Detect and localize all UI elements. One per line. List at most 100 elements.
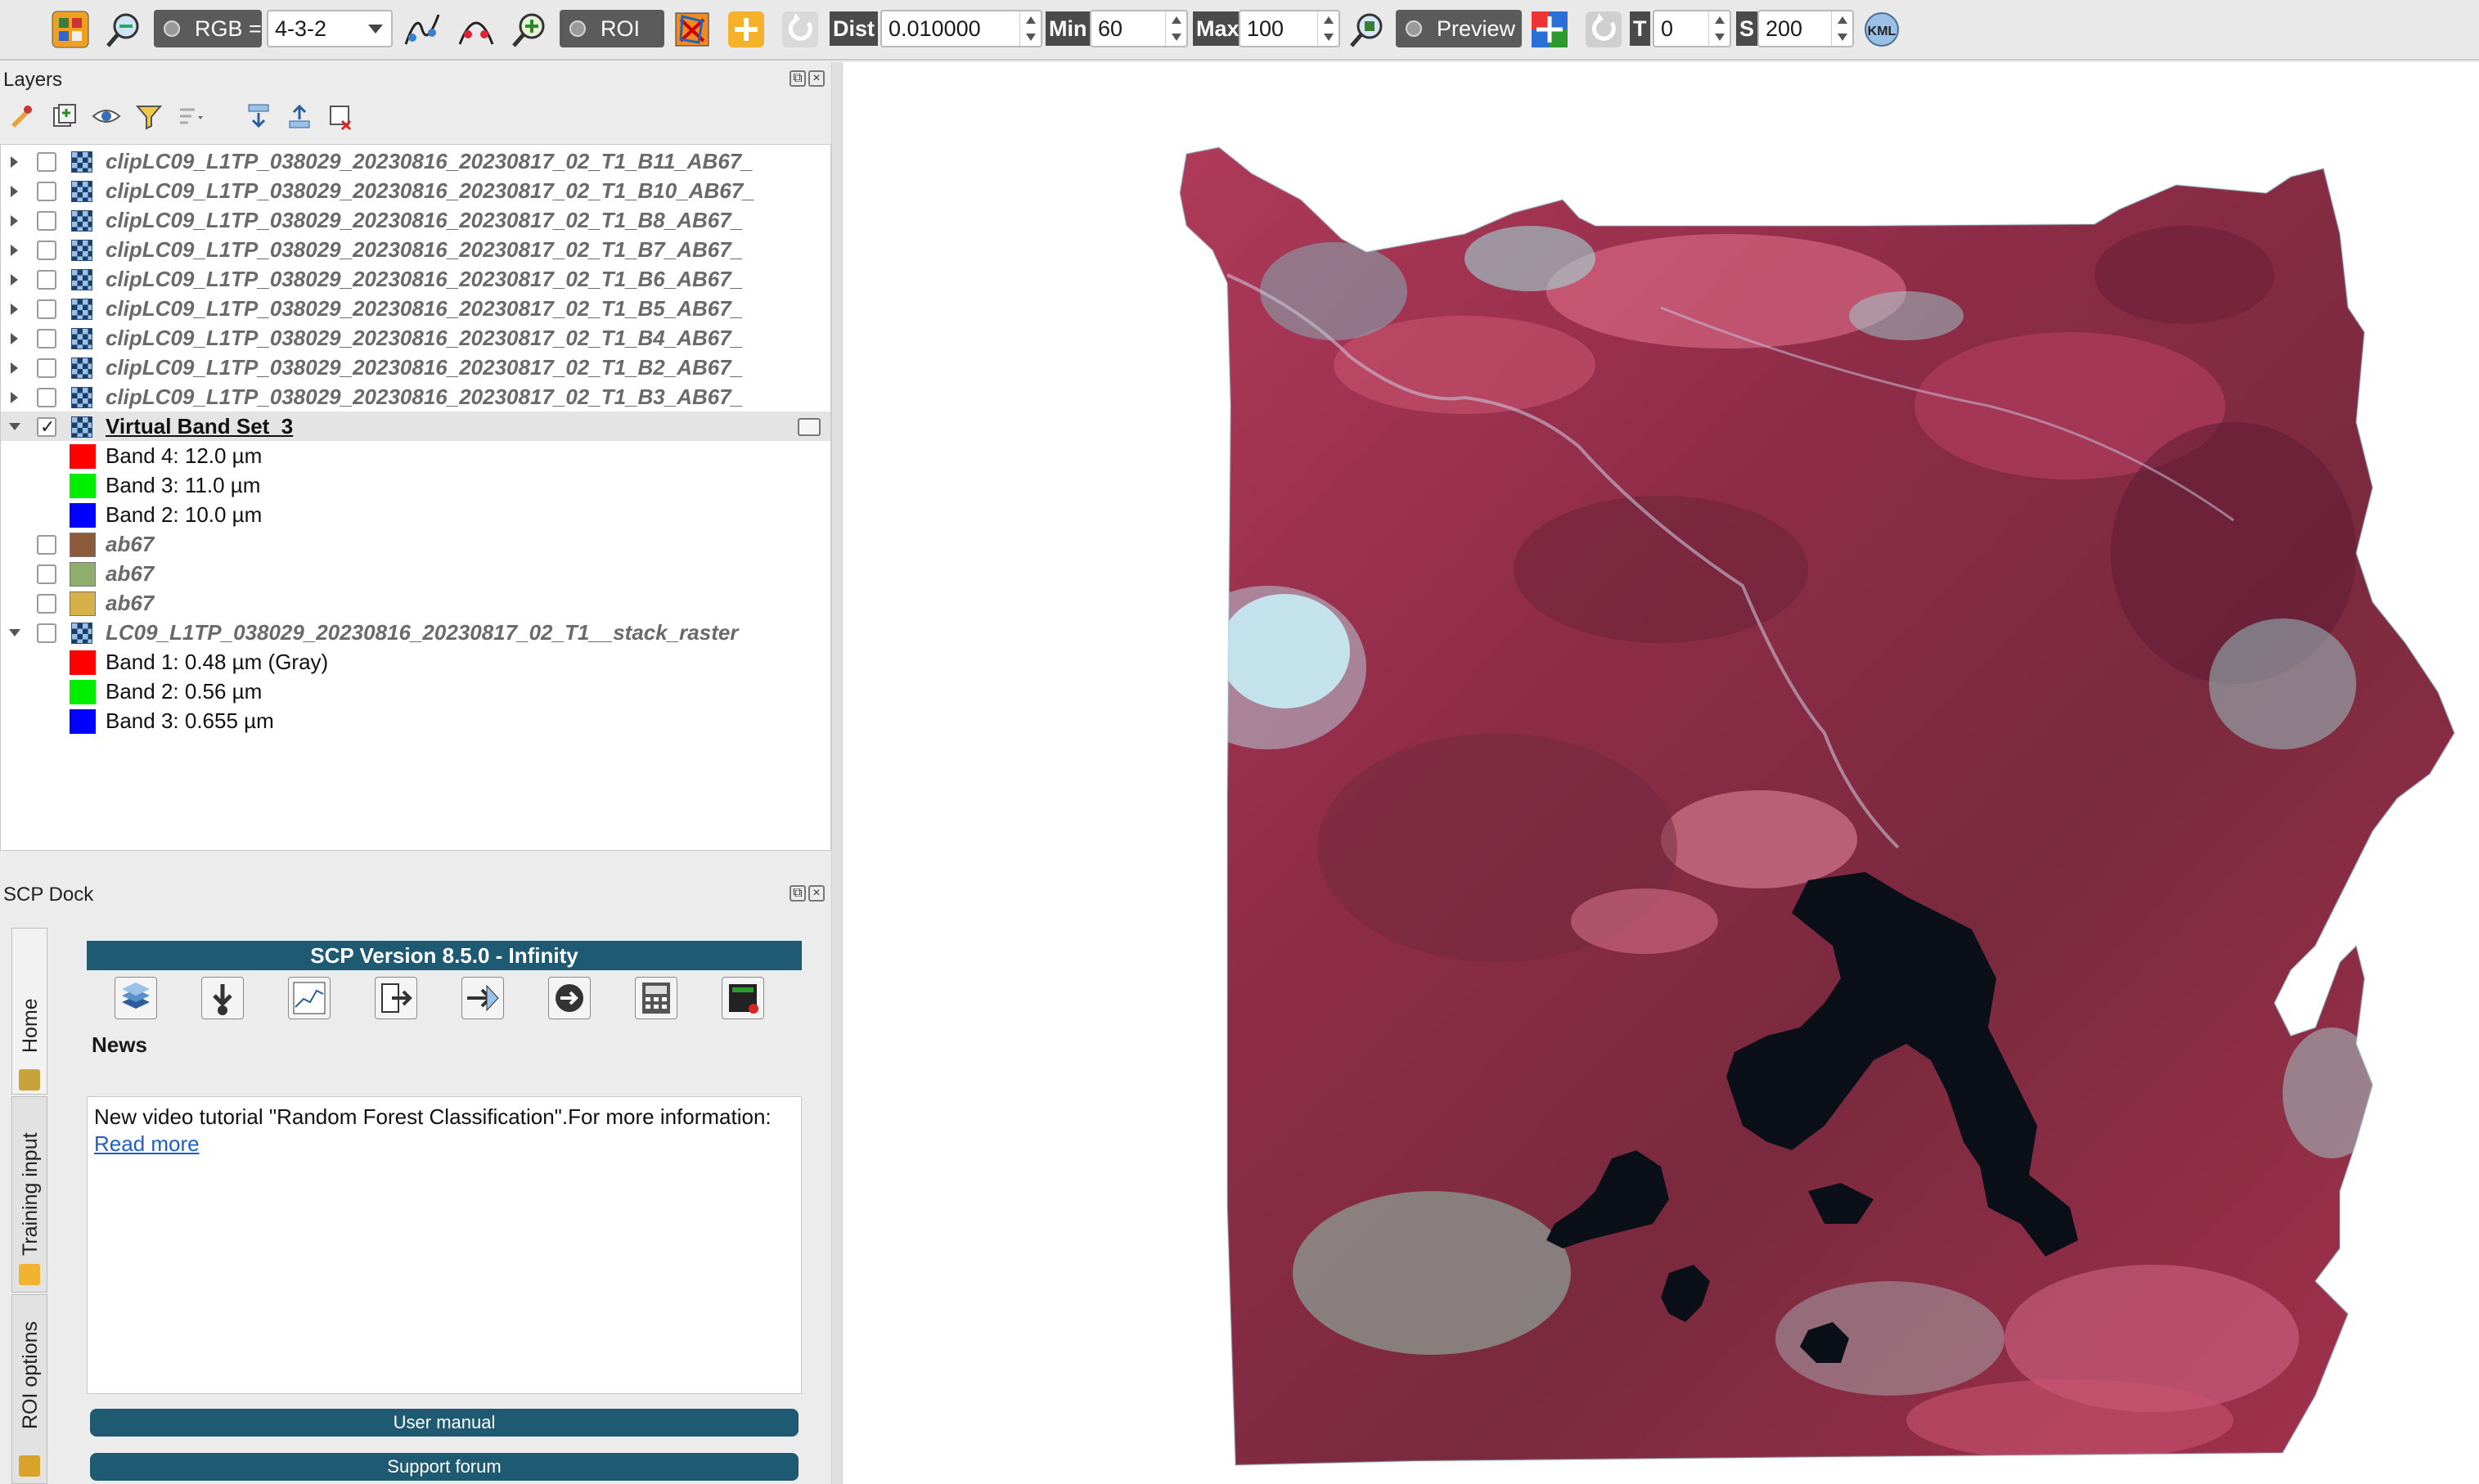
redo-preview-icon[interactable] [1582, 8, 1625, 51]
tab-roi-options[interactable]: ROI options [11, 1294, 47, 1484]
process-icon[interactable] [461, 977, 504, 1019]
spin-arrows-icon[interactable] [1708, 11, 1730, 46]
layer-visibility-checkbox[interactable] [37, 535, 56, 555]
layer-visibility-checkbox[interactable] [37, 152, 56, 172]
collapse-all-icon[interactable] [285, 101, 314, 131]
support-forum-button[interactable]: Support forum [90, 1453, 799, 1481]
expand-arrow-right-icon[interactable] [11, 362, 18, 374]
close-panel-icon[interactable]: × [808, 70, 825, 87]
layer-visibility-checkbox[interactable] [37, 594, 56, 614]
layer-visibility-checkbox[interactable] [37, 270, 56, 290]
layer-visibility-checkbox[interactable] [37, 564, 56, 584]
next-step-icon[interactable] [548, 977, 591, 1019]
expand-arrow-down-icon[interactable] [9, 423, 20, 430]
expand-arrow-down-icon[interactable] [9, 629, 20, 636]
max-spinbox[interactable]: 100 [1239, 10, 1340, 47]
batch-icon[interactable] [722, 977, 764, 1019]
map-canvas[interactable] [843, 62, 2479, 1484]
layer-visibility-checkbox[interactable] [37, 182, 56, 201]
layer-row[interactable]: ab67 [1, 529, 830, 559]
layer-row[interactable]: clipLC09_L1TP_038029_20230816_20230817_0… [1, 205, 830, 235]
spin-arrows-icon[interactable] [1165, 11, 1186, 46]
layer-row[interactable]: clipLC09_L1TP_038029_20230816_20230817_0… [1, 323, 830, 353]
t-spinbox[interactable]: 0 [1653, 10, 1731, 47]
layer-visibility-checkbox[interactable] [37, 412, 56, 441]
visibility-eye-icon[interactable] [92, 101, 121, 131]
layer-visibility-checkbox[interactable] [37, 211, 56, 231]
redo-roi-icon[interactable] [779, 8, 821, 51]
download-products-icon[interactable] [201, 977, 244, 1019]
add-roi-icon[interactable] [725, 8, 767, 51]
layer-row[interactable]: clipLC09_L1TP_038029_20230816_20230817_0… [1, 382, 830, 411]
style-manager-icon[interactable] [7, 101, 36, 131]
roi-draw-icon[interactable] [671, 8, 713, 51]
legend-band-item[interactable]: Band 1: 0.48 µm (Gray) [1, 647, 830, 677]
roi-toggle[interactable]: ROI [560, 10, 664, 47]
layer-row[interactable]: ab67 [1, 588, 830, 618]
legend-band-item[interactable]: Band 2: 10.0 µm [1, 500, 830, 529]
band-set-icon[interactable] [115, 977, 157, 1019]
layer-visibility-checkbox[interactable] [37, 241, 56, 260]
zoom-to-roi-icon[interactable] [509, 8, 551, 51]
expand-arrow-right-icon[interactable] [11, 304, 18, 315]
expand-arrow-right-icon[interactable] [11, 333, 18, 344]
stretch-stddev-icon[interactable] [455, 8, 497, 51]
spin-arrows-icon[interactable] [1831, 11, 1852, 46]
spectral-plot-icon[interactable] [288, 977, 331, 1019]
layer-row[interactable]: clipLC09_L1TP_038029_20230816_20230817_0… [1, 294, 830, 323]
expand-arrow-right-icon[interactable] [11, 245, 18, 256]
expand-all-icon[interactable] [244, 101, 273, 131]
virtual-layer-icon[interactable] [798, 418, 821, 436]
rgb-combo[interactable]: 4-3-2 [267, 10, 393, 47]
layer-row[interactable]: clipLC09_L1TP_038029_20230816_20230817_0… [1, 146, 830, 176]
expand-arrow-right-icon[interactable] [11, 392, 18, 403]
add-group-icon[interactable] [49, 101, 79, 131]
layer-row[interactable]: ab67 [1, 559, 830, 588]
layer-row[interactable]: LC09_L1TP_038029_20230816_20230817_02_T1… [1, 618, 830, 647]
expand-arrow-right-icon[interactable] [11, 156, 18, 168]
layer-visibility-checkbox[interactable] [37, 388, 56, 407]
remove-layer-icon[interactable] [326, 101, 355, 131]
legend-band-item[interactable]: Band 3: 11.0 µm [1, 470, 830, 500]
legend-band-item[interactable]: Band 2: 0.56 µm [1, 677, 830, 706]
dist-spinbox[interactable]: 0.010000 [880, 10, 1042, 47]
spin-arrows-icon[interactable] [1019, 11, 1041, 46]
float-panel-icon[interactable]: ⧉ [790, 70, 806, 87]
panel-splitter[interactable] [831, 62, 843, 1484]
layer-row[interactable]: clipLC09_L1TP_038029_20230816_20230817_0… [1, 235, 830, 264]
kml-icon[interactable]: KML [1860, 8, 1903, 51]
preview-toggle[interactable]: Preview [1396, 10, 1522, 47]
min-spinbox[interactable]: 60 [1090, 10, 1188, 47]
layer-visibility-checkbox[interactable] [37, 299, 56, 319]
legend-band-item[interactable]: Band 4: 12.0 µm [1, 441, 830, 470]
export-icon[interactable] [375, 977, 417, 1019]
layer-row[interactable]: clipLC09_L1TP_038029_20230816_20230817_0… [1, 264, 830, 294]
layer-visibility-checkbox[interactable] [37, 329, 56, 349]
layer-row[interactable]: clipLC09_L1TP_038029_20230816_20230817_0… [1, 353, 830, 382]
band-calc-icon[interactable] [635, 977, 677, 1019]
expand-arrow-right-icon[interactable] [11, 186, 18, 197]
scp-main-icon[interactable] [49, 8, 92, 51]
layer-row[interactable]: clipLC09_L1TP_038029_20230816_20230817_0… [1, 176, 830, 205]
float-panel-icon[interactable]: ⧉ [790, 885, 806, 902]
zoom-preview-icon[interactable] [1347, 8, 1389, 51]
layer-visibility-checkbox[interactable] [37, 358, 56, 378]
filter-legend-icon[interactable] [134, 101, 164, 131]
stretch-cumulative-icon[interactable] [401, 8, 443, 51]
read-more-link[interactable]: Read more [94, 1131, 200, 1156]
user-manual-button[interactable]: User manual [90, 1409, 799, 1437]
layers-tree[interactable]: clipLC09_L1TP_038029_20230816_20230817_0… [0, 144, 831, 851]
spin-arrows-icon[interactable] [1317, 11, 1338, 46]
zoom-tool-icon[interactable] [103, 8, 146, 51]
filter-expression-icon[interactable] [177, 101, 206, 131]
expand-arrow-right-icon[interactable] [11, 274, 18, 286]
s-spinbox[interactable]: 200 [1757, 10, 1854, 47]
tab-training-input[interactable]: Training input [11, 1096, 47, 1293]
close-panel-icon[interactable]: × [808, 885, 825, 902]
expand-arrow-right-icon[interactable] [11, 215, 18, 227]
layer-visibility-checkbox[interactable] [37, 623, 56, 643]
tab-home[interactable]: Home [11, 928, 47, 1095]
rgb-toggle[interactable]: RGB = [154, 10, 262, 47]
preview-color-icon[interactable] [1528, 8, 1571, 51]
layer-row[interactable]: Virtual Band Set_3 [1, 411, 830, 441]
